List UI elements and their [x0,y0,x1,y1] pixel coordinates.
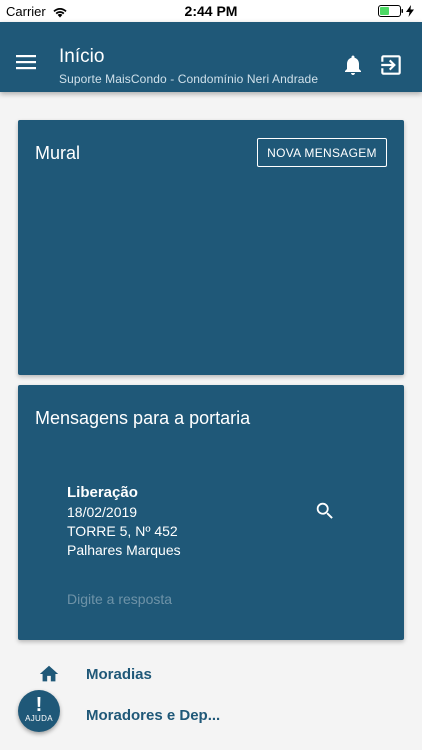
exclamation-icon: ! [35,694,43,716]
reply-input[interactable]: Digite a resposta [67,591,172,607]
nav-item-label: Moradias [86,666,152,683]
nav-item-label: Moradores e Dep... [86,707,221,724]
header-titles: Início Suporte MaisCondo - Condomínio Ne… [59,46,318,86]
charging-bolt-icon [406,5,414,17]
page-subtitle: Suporte MaisCondo - Condomínio Neri Andr… [59,72,319,86]
new-message-button[interactable]: NOVA MENSAGEM [257,138,387,167]
nav-item-moradias[interactable]: Moradias [0,655,300,695]
battery-indicator [378,5,414,17]
help-button[interactable]: ! AJUDA [18,690,60,732]
notifications-button[interactable] [341,53,365,77]
message-date: 18/02/2019 [67,504,138,520]
message-unit: TORRE 5, Nº 452 [67,523,178,539]
home-icon [39,665,59,682]
bell-icon [345,55,361,75]
list-item[interactable]: Liberação 18/02/2019 TORRE 5, Nº 452 Pal… [67,483,181,560]
gate-messages-title: Mensagens para a portaria [35,408,251,428]
battery-icon [378,5,403,17]
hamburger-menu-icon [16,55,36,70]
mural-card: Mural NOVA MENSAGEM [18,120,404,375]
logout-button[interactable] [378,52,404,78]
status-bar: Carrier 2:44 PM [0,0,422,22]
search-button[interactable] [314,500,336,522]
message-resident-name: Palhares Marques [67,542,181,558]
help-label: AJUDA [25,714,53,723]
search-icon [316,502,333,519]
page-title: Início [59,46,105,67]
logout-icon [381,55,401,75]
status-time: 2:44 PM [184,3,238,19]
mural-title: Mural [35,143,81,163]
gate-messages-card: Mensagens para a portaria Liberação 18/0… [18,385,404,640]
menu-button[interactable] [16,54,40,74]
app-header: Início Suporte MaisCondo - Condomínio Ne… [0,22,422,92]
message-type: Liberação [67,484,138,501]
